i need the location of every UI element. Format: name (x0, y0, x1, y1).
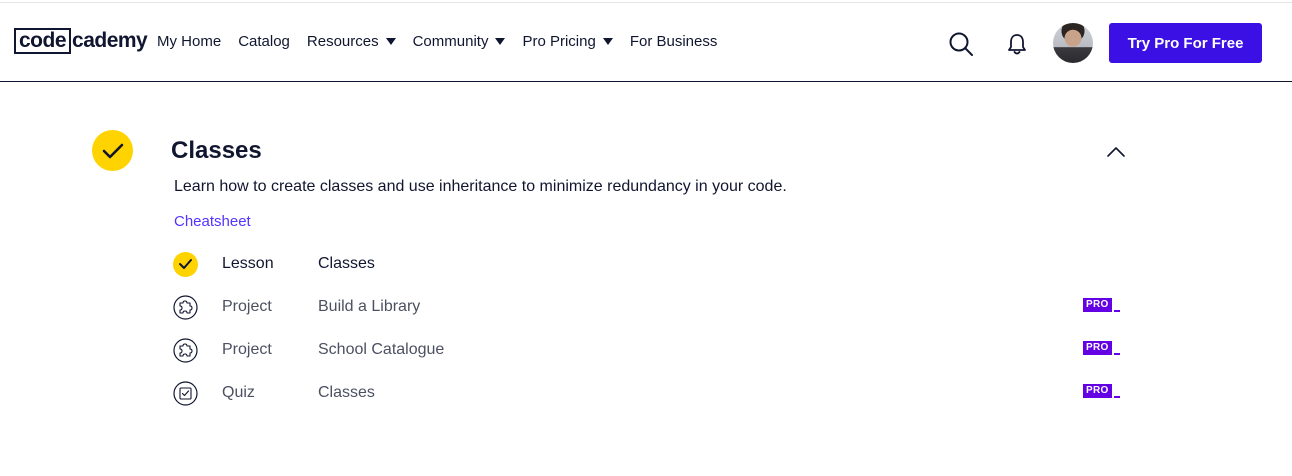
project-puzzle-icon (173, 337, 198, 363)
module-title[interactable]: Classes (171, 137, 262, 165)
nav-item-label: Pro Pricing (522, 33, 596, 50)
content-item-row[interactable]: Lesson Classes (173, 251, 1133, 277)
pro-badge: PRO (1083, 384, 1120, 398)
pro-badge-underscore (1113, 310, 1120, 312)
caret-down-icon (385, 38, 396, 45)
pro-badge-underscore (1113, 396, 1120, 398)
completed-check-icon (173, 251, 198, 277)
content-item-name[interactable]: School Catalogue (318, 341, 444, 359)
content-item-row[interactable]: Project School Catalogue PRO (173, 337, 1133, 363)
content-item-type: Quiz (222, 384, 255, 401)
try-pro-button[interactable]: Try Pro For Free (1109, 23, 1262, 63)
codecademy-logo[interactable]: code cademy (14, 28, 148, 54)
caret-down-icon (602, 38, 613, 45)
content-item-name[interactable]: Classes (318, 255, 375, 273)
nav-item-label: Community (412, 33, 489, 50)
pro-badge-label: PRO (1083, 298, 1112, 312)
logo-cademy-part: cademy (72, 29, 148, 52)
nav-item-pro-pricing[interactable]: Pro Pricing (522, 33, 613, 50)
pro-badge-underscore (1113, 353, 1120, 355)
avatar[interactable] (1053, 23, 1093, 63)
pro-badge-label: PRO (1083, 384, 1112, 398)
nav-item-catalog[interactable]: Catalog (238, 33, 290, 50)
content-item-type: Lesson (222, 255, 274, 272)
nav-item-label: Catalog (238, 33, 290, 50)
content-item-type: Project (222, 341, 272, 358)
nav-item-my-home[interactable]: My Home (157, 33, 221, 50)
top-navbar: code cademy My Home Catalog Resources Co… (0, 3, 1292, 82)
nav-item-community[interactable]: Community (413, 33, 506, 50)
section-complete-check-icon (92, 130, 133, 171)
bell-icon[interactable] (1006, 32, 1028, 56)
module-description: Learn how to create classes and use inhe… (174, 178, 787, 195)
pro-badge: PRO (1083, 298, 1120, 312)
checkmark-icon (102, 143, 123, 158)
project-puzzle-icon (173, 294, 198, 320)
content-item-type: Project (222, 298, 272, 315)
nav-item-label: For Business (629, 33, 718, 50)
chevron-up-icon[interactable] (1106, 146, 1126, 158)
pro-badge-label: PRO (1083, 341, 1112, 355)
pro-badge: PRO (1083, 341, 1120, 355)
caret-down-icon (495, 38, 506, 45)
content-item-row[interactable]: Project Build a Library PRO (173, 294, 1133, 320)
content-item-name[interactable]: Classes (318, 384, 375, 402)
content-item-name[interactable]: Build a Library (318, 298, 420, 316)
logo-code-part: code (14, 28, 72, 54)
content-item-row[interactable]: Quiz Classes PRO (173, 380, 1133, 406)
checkmark-icon (179, 259, 192, 269)
nav-item-resources[interactable]: Resources (307, 33, 396, 50)
main-nav: My Home Catalog Resources Community Pro … (157, 33, 734, 50)
quiz-icon (173, 380, 198, 406)
cheatsheet-link[interactable]: Cheatsheet (174, 213, 251, 230)
nav-item-label: Resources (306, 33, 379, 50)
nav-item-label: My Home (157, 33, 222, 50)
nav-item-for-business[interactable]: For Business (630, 33, 718, 50)
search-icon[interactable] (948, 31, 974, 57)
